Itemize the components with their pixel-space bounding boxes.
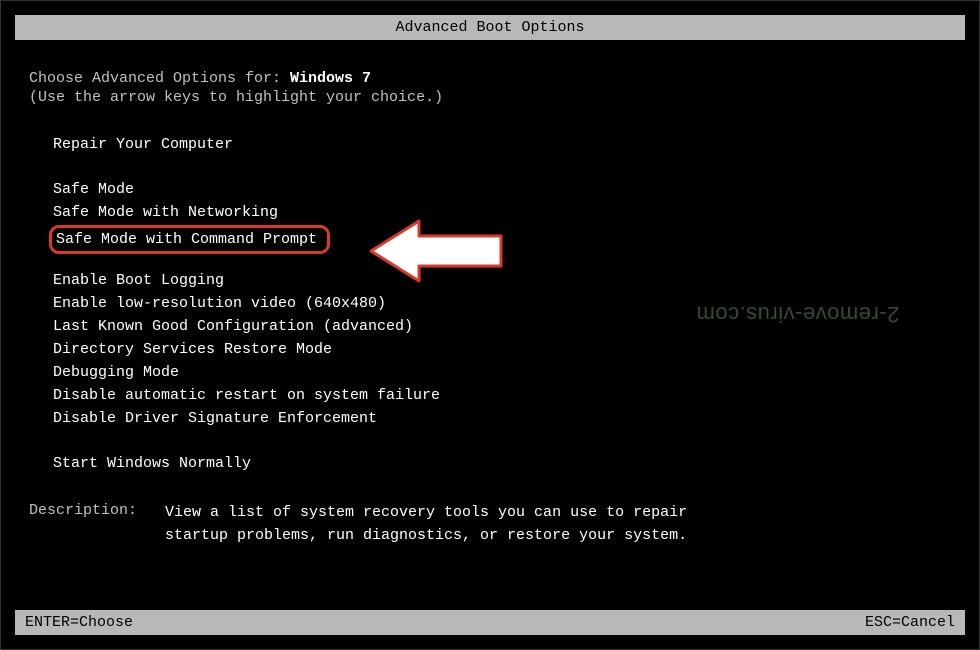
menu-item-repair-computer[interactable]: Repair Your Computer (53, 134, 951, 155)
menu-item-safe-mode-networking[interactable]: Safe Mode with Networking (53, 202, 951, 223)
title-bar: Advanced Boot Options (15, 15, 965, 40)
description-block: Description: View a list of system recov… (29, 502, 951, 547)
footer-esc-hint: ESC=Cancel (865, 614, 955, 631)
description-label: Description: (29, 502, 165, 547)
window-title: Advanced Boot Options (395, 19, 584, 36)
menu-item-debugging[interactable]: Debugging Mode (53, 362, 951, 383)
menu-item-safe-mode[interactable]: Safe Mode (53, 179, 951, 200)
intro-line: Choose Advanced Options for: Windows 7 (29, 70, 951, 87)
intro-prefix: Choose Advanced Options for: (29, 70, 290, 87)
menu-item-disable-auto-restart[interactable]: Disable automatic restart on system fail… (53, 385, 951, 406)
watermark-text: 2-remove-virus.com (696, 301, 899, 327)
footer-enter-hint: ENTER=Choose (25, 614, 133, 631)
menu-item-safe-mode-cmd[interactable]: Safe Mode with Command Prompt (49, 225, 330, 254)
footer-bar: ENTER=Choose ESC=Cancel (15, 610, 965, 635)
menu-item-disable-driver-sig[interactable]: Disable Driver Signature Enforcement (53, 408, 951, 429)
description-text: View a list of system recovery tools you… (165, 502, 725, 547)
keyboard-hint: (Use the arrow keys to highlight your ch… (29, 89, 951, 106)
menu-item-boot-logging[interactable]: Enable Boot Logging (53, 270, 951, 291)
menu-item-safe-mode-cmd-wrapper: Safe Mode with Command Prompt (53, 225, 951, 256)
menu-item-directory-restore[interactable]: Directory Services Restore Mode (53, 339, 951, 360)
menu-item-start-normally[interactable]: Start Windows Normally (53, 453, 951, 474)
os-name: Windows 7 (290, 70, 371, 87)
main-content: Choose Advanced Options for: Windows 7 (… (1, 40, 979, 547)
